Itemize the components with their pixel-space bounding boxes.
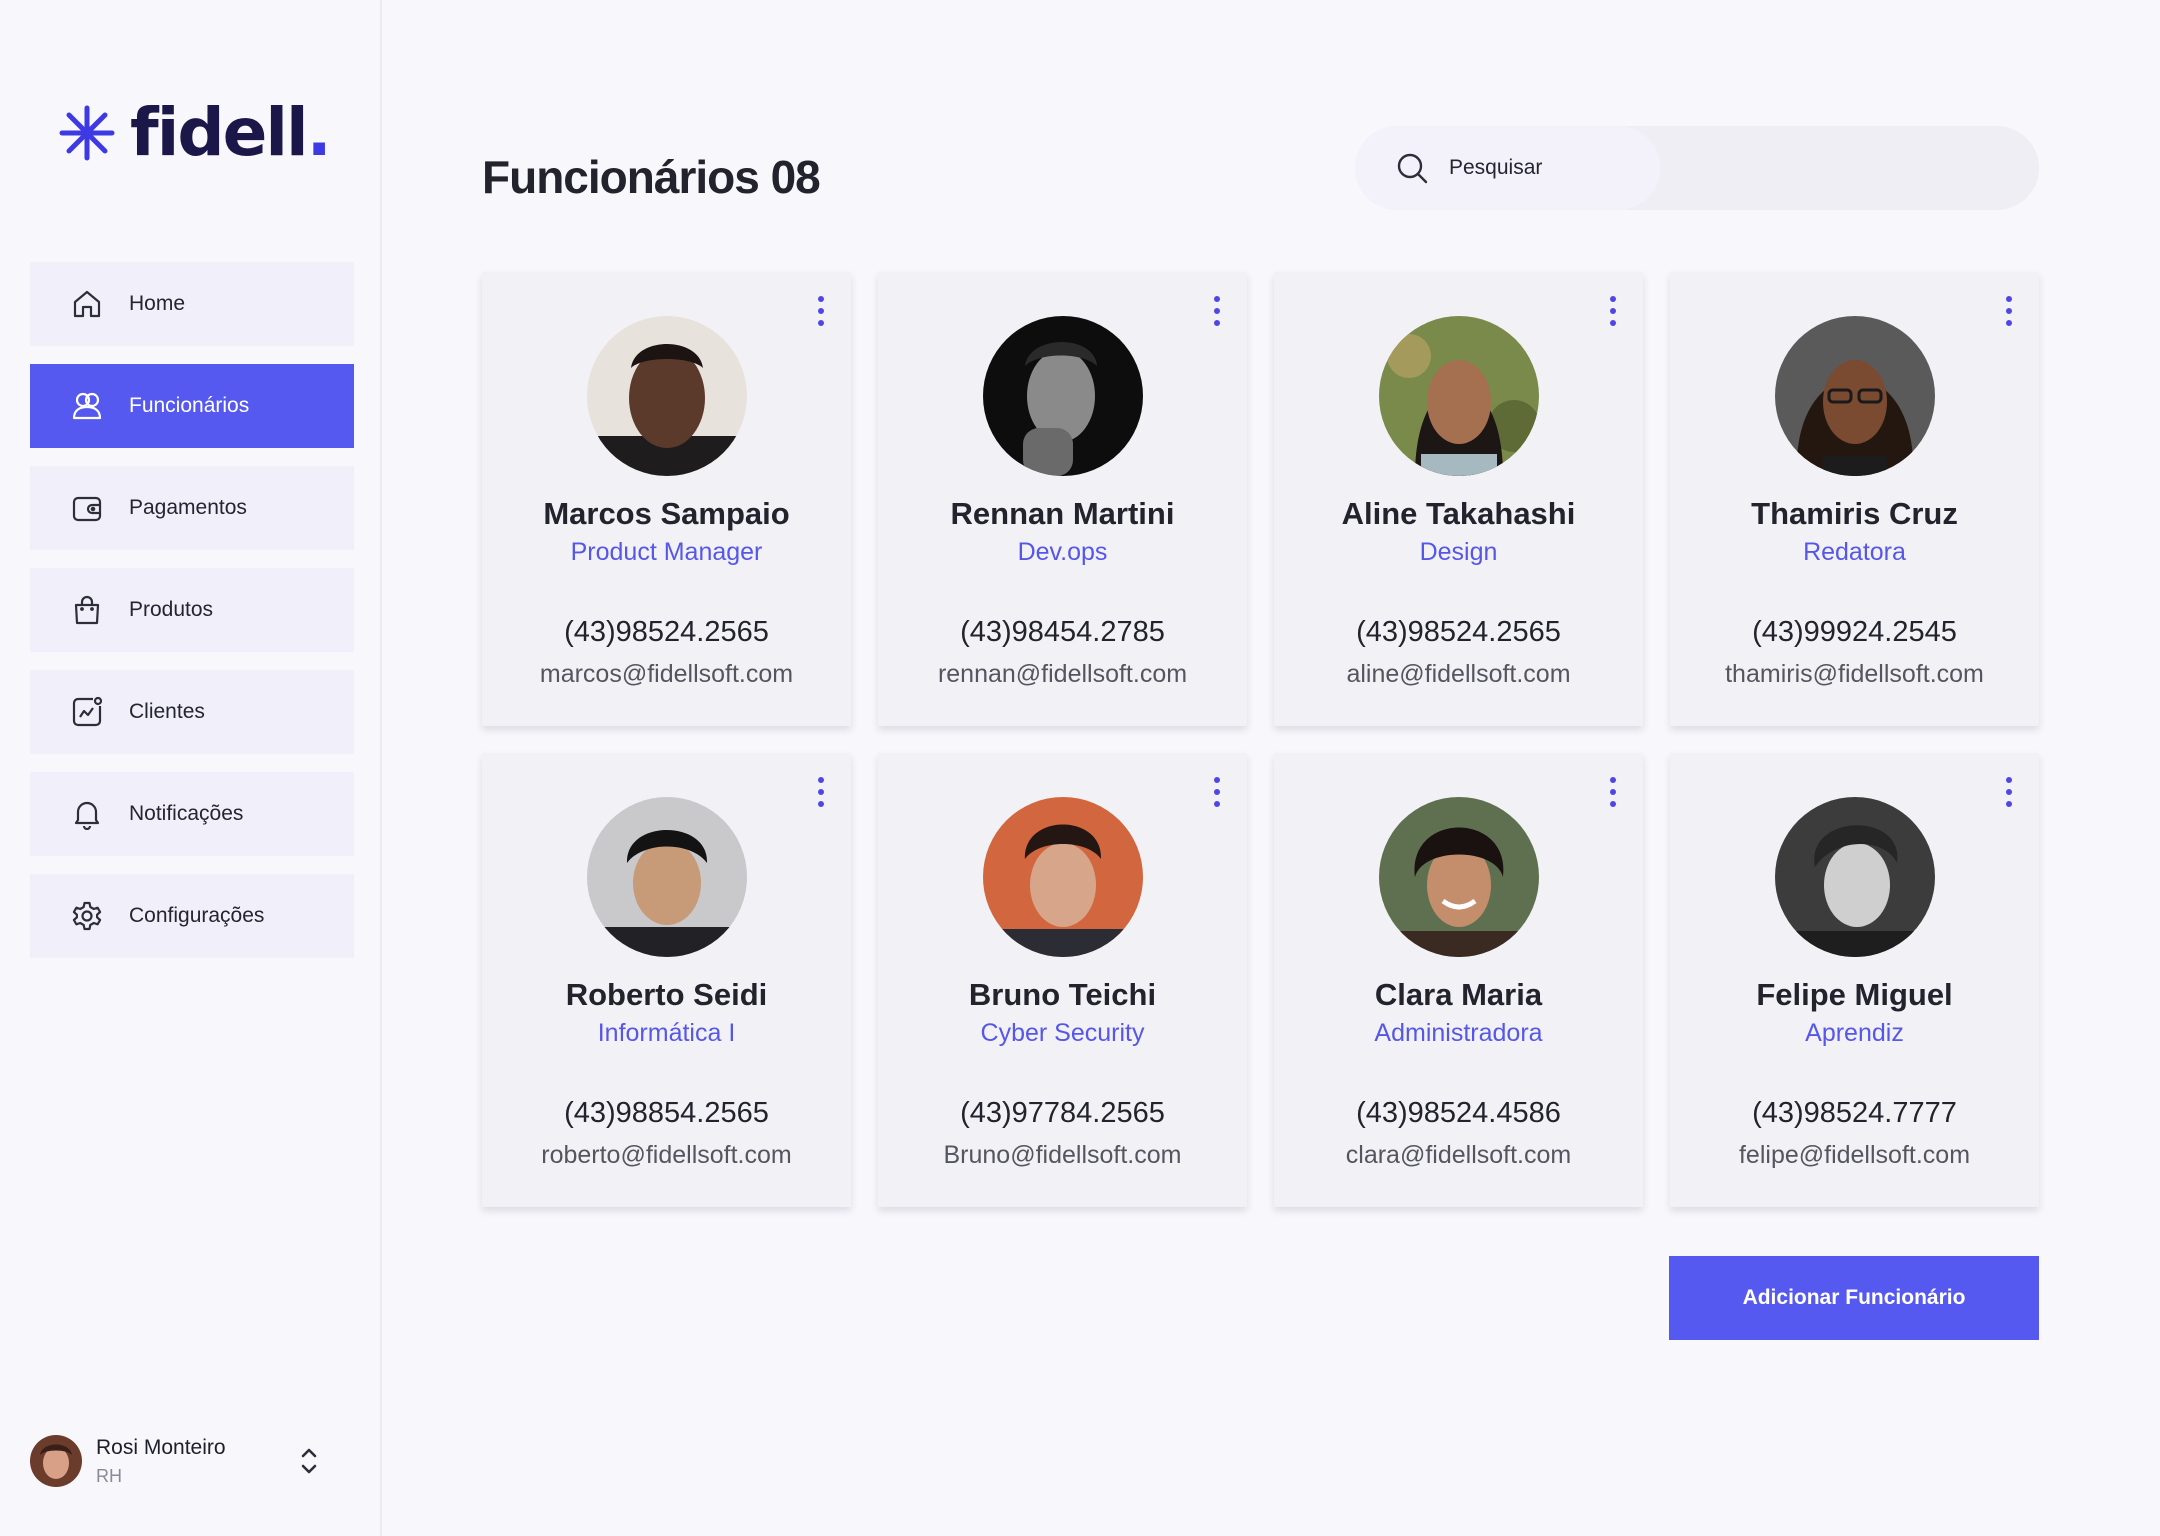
employee-email[interactable]: aline@fidellsoft.com [1274,660,1643,689]
shopping-bag-icon [70,593,104,627]
avatar [1379,316,1539,476]
employee-card[interactable]: Bruno Teichi Cyber Security (43)97784.25… [878,753,1247,1207]
avatar [1775,316,1935,476]
search-icon [1397,153,1428,184]
asterisk-logo-icon [59,105,115,161]
employee-name: Clara Maria [1374,977,1543,1012]
employee-phone: (43)98454.2785 [960,616,1165,648]
more-options-icon[interactable] [1209,775,1225,809]
employee-role: Administradora [1374,1019,1543,1047]
avatar [1379,797,1539,957]
employee-email[interactable]: clara@fidellsoft.com [1274,1141,1643,1170]
employee-name: Aline Takahashi [1341,496,1576,531]
employee-name: Felipe Miguel [1756,977,1953,1012]
employee-role: Aprendiz [1805,1019,1904,1047]
chevron-up-down-icon[interactable] [294,1444,324,1478]
employee-grid: Marcos Sampaio Product Manager (43)98524… [482,272,2040,1207]
users-icon [70,389,104,423]
sidebar-item-label: Configurações [129,904,265,927]
page-title: Funcionários 08 [482,151,821,203]
bell-icon [70,797,104,831]
home-icon [70,287,104,321]
employee-role: Product Manager [570,538,763,566]
avatar [587,316,747,476]
search-bar[interactable] [1355,126,2039,210]
sidebar-item-notificacoes[interactable]: Notificações [30,772,354,856]
employee-phone: (43)99924.2545 [1752,616,1957,648]
sidebar-item-label: Clientes [129,700,205,723]
avatar [30,1435,82,1487]
more-options-icon[interactable] [1605,294,1621,328]
sidebar-item-produtos[interactable]: Produtos [30,568,354,652]
gear-icon [70,899,104,933]
employee-name: Thamiris Cruz [1751,496,1958,531]
user-role: RH [96,1465,122,1486]
employee-role: Cyber Security [980,1019,1145,1047]
more-options-icon[interactable] [813,775,829,809]
avatar [1775,797,1935,957]
employee-card[interactable]: Aline Takahashi Design (43)98524.2565 al… [1274,272,1643,726]
avatar [587,797,747,957]
sidebar-nav: Home Funcionários Pagamentos Produtos Cl… [30,262,354,976]
search-input[interactable] [1449,156,2009,180]
chart-icon [70,695,104,729]
employee-email[interactable]: felipe@fidellsoft.com [1670,1141,2039,1170]
employee-card[interactable]: Clara Maria Administradora (43)98524.458… [1274,753,1643,1207]
sidebar-item-label: Pagamentos [129,496,247,519]
more-options-icon[interactable] [2001,775,2017,809]
employee-phone: (43)97784.2565 [960,1097,1165,1129]
employee-phone: (43)98854.2565 [564,1097,769,1129]
employee-phone: (43)98524.4586 [1356,1097,1561,1129]
user-name: Rosi Monteiro [96,1435,226,1459]
employee-email[interactable]: roberto@fidellsoft.com [482,1141,851,1170]
employee-card[interactable]: Thamiris Cruz Redatora (43)99924.2545 th… [1670,272,2039,726]
sidebar-item-label: Notificações [129,802,244,825]
employee-phone: (43)98524.7777 [1752,1097,1957,1129]
wallet-icon [70,491,104,525]
employee-email[interactable]: rennan@fidellsoft.com [878,660,1247,689]
employee-email[interactable]: marcos@fidellsoft.com [482,660,851,689]
sidebar-item-clientes[interactable]: Clientes [30,670,354,754]
more-options-icon[interactable] [1605,775,1621,809]
employee-name: Marcos Sampaio [543,496,790,531]
employee-role: Design [1419,538,1498,566]
employee-role: Dev.ops [1017,538,1108,566]
sidebar: fidell. Home Funcionários Pagamentos Pro… [0,0,382,1536]
sidebar-item-pagamentos[interactable]: Pagamentos [30,466,354,550]
employee-card[interactable]: Felipe Miguel Aprendiz (43)98524.7777 fe… [1670,753,2039,1207]
employee-card[interactable]: Rennan Martini Dev.ops (43)98454.2785 re… [878,272,1247,726]
employee-phone: (43)98524.2565 [1356,616,1561,648]
more-options-icon[interactable] [1209,294,1225,328]
employee-card[interactable]: Roberto Seidi Informática I (43)98854.25… [482,753,851,1207]
sidebar-item-configuracoes[interactable]: Configurações [30,874,354,958]
sidebar-item-label: Funcionários [129,394,250,417]
employee-email[interactable]: thamiris@fidellsoft.com [1670,660,2039,689]
employee-email[interactable]: Bruno@fidellsoft.com [878,1141,1247,1170]
employee-name: Roberto Seidi [565,977,768,1012]
employee-phone: (43)98524.2565 [564,616,769,648]
employee-role: Redatora [1803,538,1906,566]
brand-logo[interactable]: fidell. [58,94,332,171]
avatar [983,797,1143,957]
brand-name: fidell. [130,94,332,171]
add-employee-button[interactable]: Adicionar Funcionário [1669,1256,2039,1340]
more-options-icon[interactable] [2001,294,2017,328]
avatar [983,316,1143,476]
employee-name: Bruno Teichi [968,977,1157,1012]
user-profile[interactable]: Rosi Monteiro RH [30,1434,330,1488]
sidebar-item-label: Home [129,292,186,315]
sidebar-item-home[interactable]: Home [30,262,354,346]
sidebar-item-funcionarios[interactable]: Funcionários [30,364,354,448]
employee-name: Rennan Martini [950,496,1175,531]
employee-role: Informática I [597,1019,736,1047]
more-options-icon[interactable] [813,294,829,328]
sidebar-item-label: Produtos [129,598,214,621]
employee-card[interactable]: Marcos Sampaio Product Manager (43)98524… [482,272,851,726]
